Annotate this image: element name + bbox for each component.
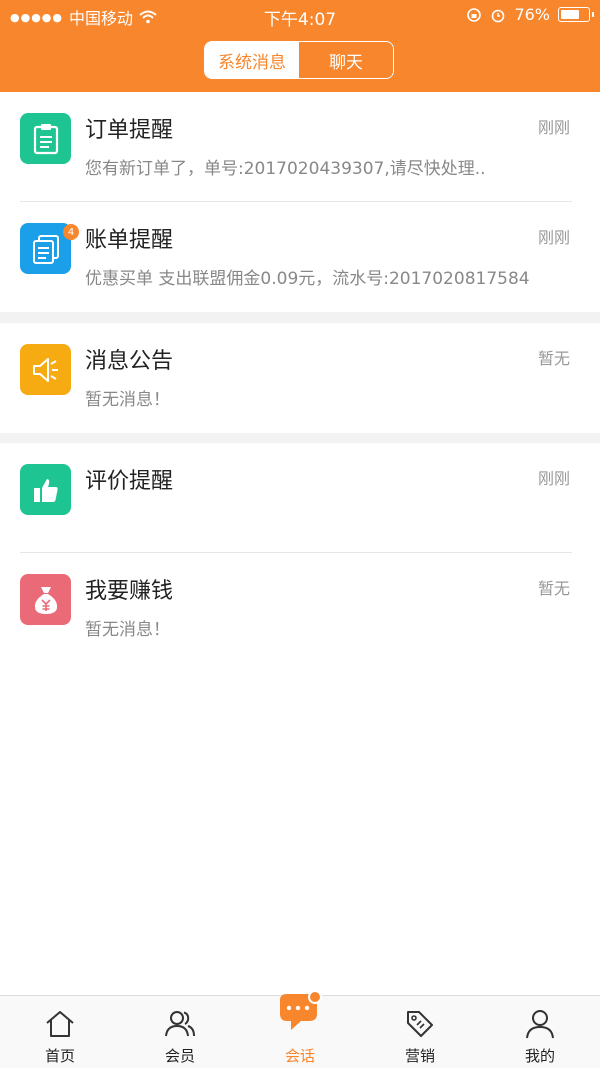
battery-icon	[558, 7, 594, 22]
message-title: 评价提醒	[85, 469, 174, 494]
tab-chat[interactable]: 聊天	[299, 42, 393, 78]
message-preview: 您有新订单了，单号:2017020439307,请尽快处理..	[85, 159, 486, 179]
battery-percent: 76%	[514, 5, 550, 24]
message-preview: 暂无消息！	[85, 390, 170, 410]
tab-label: 会话	[284, 1047, 315, 1065]
chat-icon	[280, 990, 322, 1030]
status-bar: ●●●●● 中国移动 下午4:07 76%	[0, 0, 600, 30]
message-time: 刚刚	[537, 469, 570, 488]
message-item-review[interactable]: 评价提醒 刚刚	[0, 443, 600, 553]
message-item-announcement[interactable]: 消息公告 暂无 暂无消息！	[0, 323, 600, 433]
message-item-earn-money[interactable]: 我要赚钱 暂无 暂无消息！	[0, 553, 600, 663]
members-icon	[165, 1011, 195, 1037]
home-icon	[46, 1011, 74, 1037]
message-group-1: 订单提醒 刚刚 您有新订单了，单号:2017020439307,请尽快处理.. …	[0, 92, 600, 312]
header-bar: ●●●●● 中国移动 下午4:07 76% 系统消息 聊天	[0, 0, 600, 92]
message-title: 消息公告	[85, 349, 174, 374]
thumbs-up-icon	[20, 464, 71, 515]
unread-badge: 4	[63, 224, 79, 240]
tab-label: 首页	[44, 1047, 75, 1065]
message-title: 账单提醒	[85, 228, 174, 253]
message-title: 订单提醒	[85, 118, 174, 143]
alarm-icon	[492, 9, 505, 22]
empty-area	[0, 663, 600, 995]
message-group-3: 评价提醒 刚刚 我要赚钱 暂无 暂无消息！	[0, 443, 600, 663]
message-preview: 优惠买单 支出联盟佣金0.09元，流水号:2017020817584	[85, 269, 530, 289]
tag-icon	[407, 1011, 433, 1037]
tab-home[interactable]: 首页	[0, 996, 120, 1068]
message-time: 暂无	[537, 579, 570, 598]
tab-label: 会员	[164, 1047, 195, 1065]
tab-members[interactable]: 会员	[120, 996, 240, 1068]
tab-label: 营销	[404, 1047, 435, 1065]
segmented-control: 系统消息 聊天	[204, 41, 394, 79]
tab-system-messages[interactable]: 系统消息	[205, 42, 299, 78]
tab-marketing[interactable]: 营销	[360, 996, 480, 1068]
message-time: 刚刚	[537, 228, 570, 247]
rotation-lock-icon	[467, 7, 482, 22]
clipboard-icon	[20, 113, 71, 164]
money-bag-icon	[20, 574, 71, 625]
message-time: 刚刚	[537, 118, 570, 137]
message-preview: 暂无消息！	[85, 620, 170, 640]
profile-icon	[526, 1010, 554, 1039]
message-time: 暂无	[537, 349, 570, 368]
speaker-icon	[20, 344, 71, 395]
tab-label: 我的	[524, 1047, 555, 1065]
message-item-bill[interactable]: 账单提醒 刚刚 优惠买单 支出联盟佣金0.09元，流水号:20170208175…	[0, 202, 600, 312]
message-item-order[interactable]: 订单提醒 刚刚 您有新订单了，单号:2017020439307,请尽快处理..	[0, 92, 600, 202]
message-group-2: 消息公告 暂无 暂无消息！	[0, 323, 600, 433]
tab-profile[interactable]: 我的	[480, 996, 600, 1068]
message-title: 我要赚钱	[85, 579, 174, 604]
